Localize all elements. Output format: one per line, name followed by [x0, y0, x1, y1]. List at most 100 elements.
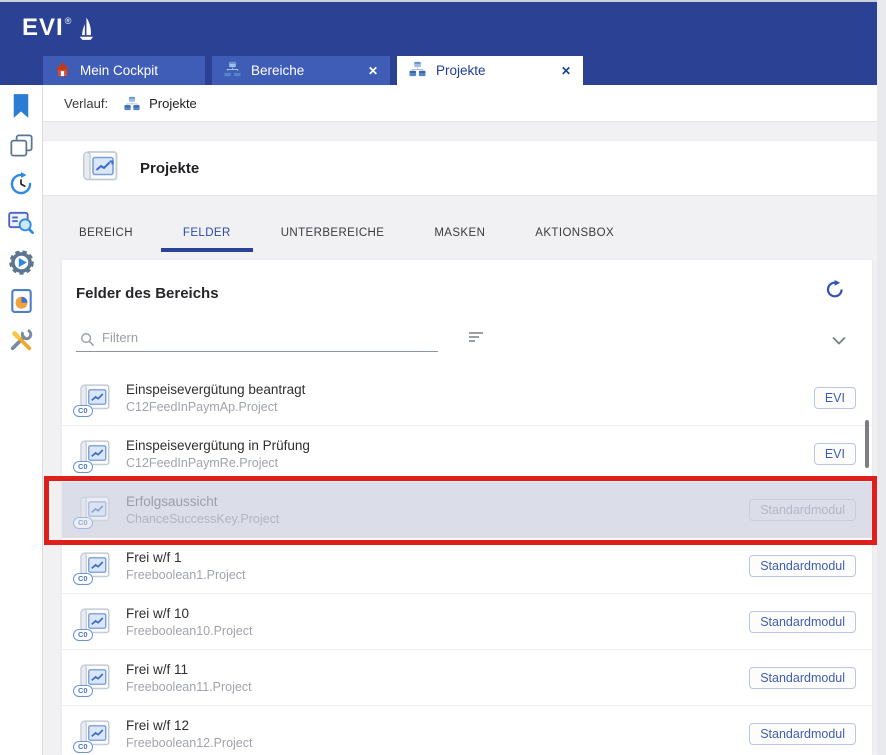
- app-logo: EVI®: [22, 14, 95, 49]
- row-text: Frei w/f 11 Freeboolean11.Project: [126, 662, 252, 694]
- field-title: Erfolgsaussicht: [126, 494, 279, 509]
- scroll-chart-icon: C0: [76, 718, 112, 750]
- screen-search-icon[interactable]: [0, 210, 43, 236]
- c0-badge: C0: [73, 629, 93, 641]
- field-title: Frei w/f 11: [126, 662, 252, 677]
- filter-row: [76, 326, 846, 358]
- field-subtitle: Freeboolean12.Project: [126, 736, 252, 750]
- breadcrumb: Verlauf: Projekte: [43, 85, 877, 122]
- module-badge: Standardmodul: [749, 611, 856, 633]
- scroll-chart-icon: C0: [76, 550, 112, 582]
- row-text: Frei w/f 10 Freeboolean10.Project: [126, 606, 252, 638]
- search-icon: [80, 332, 95, 347]
- tab-label: Mein Cockpit: [80, 63, 158, 78]
- breadcrumb-label: Verlauf:: [64, 96, 108, 111]
- scroll-chart-icon: [78, 149, 118, 188]
- sidebar: [0, 85, 43, 755]
- org-chart-icon: [409, 61, 426, 80]
- close-icon[interactable]: ✕: [354, 64, 378, 78]
- field-title: Frei w/f 10: [126, 606, 252, 621]
- app-header: EVI® Mein Cockpit: [0, 0, 877, 85]
- sailboat-icon: [73, 14, 95, 49]
- home-icon: [55, 62, 70, 80]
- field-list: C0 Einspeisevergütung beantragt C12FeedI…: [62, 370, 872, 755]
- module-badge: EVI: [814, 387, 856, 409]
- tab-projekte[interactable]: Projekte ✕: [397, 56, 583, 85]
- row-text: Frei w/f 1 Freeboolean1.Project: [126, 550, 246, 582]
- field-title: Frei w/f 12: [126, 718, 252, 733]
- list-item[interactable]: C0 Einspeisevergütung in Prüfung C12Feed…: [62, 426, 872, 482]
- close-icon[interactable]: ✕: [547, 64, 571, 78]
- list-item[interactable]: C0 Frei w/f 11 Freeboolean11.Project Sta…: [62, 650, 872, 706]
- module-badge: EVI: [814, 443, 856, 465]
- section-tab-bar: BEREICH FELDER UNTERBEREICHE MASKEN AKTI…: [43, 213, 636, 252]
- tab-unterbereiche[interactable]: UNTERBEREICHE: [259, 213, 407, 252]
- chevron-down-icon[interactable]: [832, 332, 846, 350]
- c0-badge: C0: [73, 741, 93, 753]
- bookmark-icon[interactable]: [0, 93, 43, 119]
- panel-title: Felder des Bereichs: [76, 285, 219, 302]
- c0-badge: C0: [73, 573, 93, 585]
- module-badge: Standardmodul: [749, 555, 856, 577]
- org-chart-icon: [124, 96, 140, 111]
- row-text: Erfolgsaussicht ChanceSuccessKey.Project: [126, 494, 279, 526]
- page-header: Projekte: [43, 140, 877, 196]
- field-subtitle: Freeboolean11.Project: [126, 680, 252, 694]
- c0-badge: C0: [73, 461, 93, 473]
- c0-badge: C0: [73, 405, 93, 417]
- field-subtitle: ChanceSuccessKey.Project: [126, 512, 279, 526]
- content-area: Verlauf: Projekte: [43, 85, 877, 755]
- gear-play-icon[interactable]: [0, 249, 43, 275]
- app-window: EVI® Mein Cockpit: [0, 0, 886, 755]
- report-pie-icon[interactable]: [0, 288, 43, 314]
- list-item[interactable]: C0 Einspeisevergütung beantragt C12FeedI…: [62, 370, 872, 426]
- breadcrumb-item[interactable]: Projekte: [149, 96, 197, 111]
- list-item[interactable]: C0 Frei w/f 12 Freeboolean12.Project Sta…: [62, 706, 872, 755]
- tab-masken[interactable]: MASKEN: [412, 213, 507, 252]
- module-badge: Standardmodul: [749, 499, 856, 521]
- c0-badge: C0: [73, 517, 93, 529]
- tab-label: Projekte: [436, 63, 486, 78]
- scroll-chart-icon: C0: [76, 662, 112, 694]
- c0-badge: C0: [73, 685, 93, 697]
- filter-input[interactable]: [76, 326, 438, 352]
- field-subtitle: Freeboolean1.Project: [126, 568, 246, 582]
- filter-field: [76, 326, 438, 352]
- field-title: Einspeisevergütung beantragt: [126, 382, 305, 397]
- list-item[interactable]: C0 Frei w/f 10 Freeboolean10.Project Sta…: [62, 594, 872, 650]
- scroll-chart-icon: C0: [76, 382, 112, 414]
- tools-icon[interactable]: [0, 327, 43, 353]
- list-item[interactable]: C0 Frei w/f 1 Freeboolean1.Project Stand…: [62, 538, 872, 594]
- stacked-windows-icon[interactable]: [0, 132, 43, 158]
- module-badge: Standardmodul: [749, 723, 856, 745]
- scroll-chart-icon: C0: [76, 606, 112, 638]
- refresh-icon[interactable]: [826, 280, 844, 303]
- field-subtitle: C12FeedInPaymAp.Project: [126, 400, 305, 414]
- field-title: Einspeisevergütung in Prüfung: [126, 438, 310, 453]
- module-badge: Standardmodul: [749, 667, 856, 689]
- scroll-chart-icon: C0: [76, 438, 112, 470]
- tab-felder[interactable]: FELDER: [161, 213, 253, 252]
- org-chart-icon: [224, 61, 241, 80]
- scrollbar-thumb[interactable]: [865, 420, 869, 468]
- window-tab-bar: Mein Cockpit Bereiche ✕: [43, 56, 583, 85]
- field-subtitle: C12FeedInPaymRe.Project: [126, 456, 310, 470]
- row-text: Einspeisevergütung beantragt C12FeedInPa…: [126, 382, 305, 414]
- sort-icon[interactable]: [468, 330, 486, 349]
- field-subtitle: Freeboolean10.Project: [126, 624, 252, 638]
- list-item-selected[interactable]: C0 Erfolgsaussicht ChanceSuccessKey.Proj…: [62, 482, 872, 538]
- tab-mein-cockpit[interactable]: Mein Cockpit: [43, 56, 205, 85]
- tab-bereiche[interactable]: Bereiche ✕: [212, 56, 390, 85]
- row-text: Frei w/f 12 Freeboolean12.Project: [126, 718, 252, 750]
- tab-aktionsbox[interactable]: AKTIONSBOX: [513, 213, 636, 252]
- row-text: Einspeisevergütung in Prüfung C12FeedInP…: [126, 438, 310, 470]
- logo-text: EVI: [22, 14, 64, 42]
- registered-mark: ®: [65, 16, 73, 26]
- window-edge-strip: [877, 0, 886, 755]
- page-title: Projekte: [140, 160, 199, 177]
- scroll-chart-icon: C0: [76, 494, 112, 526]
- history-icon[interactable]: [0, 171, 43, 197]
- tab-label: Bereiche: [251, 63, 304, 78]
- field-title: Frei w/f 1: [126, 550, 246, 565]
- tab-bereich[interactable]: BEREICH: [57, 213, 155, 252]
